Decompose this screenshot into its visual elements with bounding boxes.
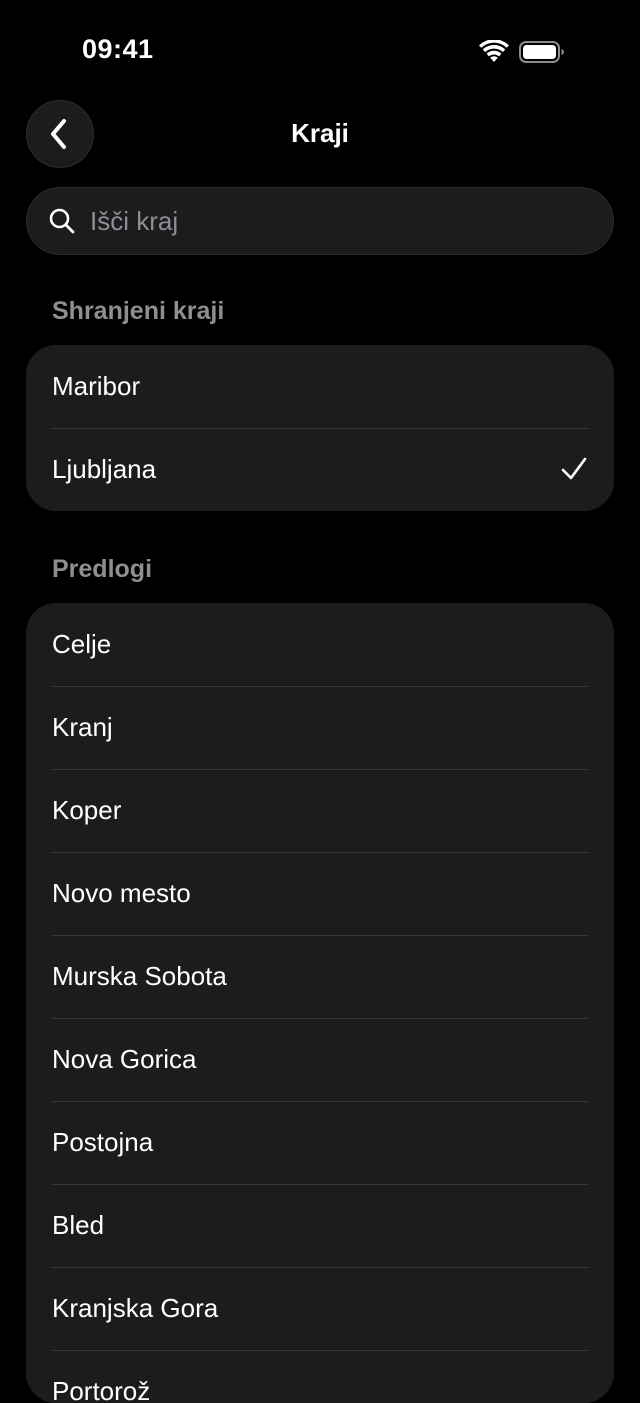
suggestion-label: Koper — [52, 795, 122, 825]
search-field[interactable] — [26, 187, 614, 255]
saved-places-header: Shranjeni kraji — [52, 297, 225, 325]
search-icon — [49, 208, 75, 234]
status-time: 09:41 — [82, 34, 154, 64]
suggestion-label: Kranjska Gora — [52, 1293, 219, 1323]
battery-icon — [519, 41, 564, 63]
suggestion-label: Celje — [52, 629, 112, 659]
suggestion-row[interactable]: Kranjska Gora — [26, 1267, 614, 1350]
suggestion-row[interactable]: Portorož — [26, 1350, 614, 1403]
page-title: Kraji — [291, 118, 349, 148]
suggestion-row[interactable]: Nova Gorica — [26, 1018, 614, 1101]
saved-place-label: Ljubljana — [52, 454, 157, 484]
suggestion-label: Murska Sobota — [52, 961, 227, 991]
suggestion-label: Portorož — [52, 1376, 151, 1403]
suggestion-row[interactable]: Celje — [26, 603, 614, 686]
checkmark-icon — [561, 457, 587, 480]
suggestion-label: Novo mesto — [52, 878, 191, 908]
suggestion-label: Postojna — [52, 1127, 154, 1157]
suggestion-row[interactable]: Murska Sobota — [26, 935, 614, 1018]
saved-place-label: Maribor — [52, 371, 141, 401]
saved-place-row[interactable]: Maribor — [26, 345, 614, 428]
navigation-bar: Kraji — [0, 98, 640, 170]
search-input[interactable] — [88, 204, 593, 238]
suggestion-row[interactable]: Kranj — [26, 686, 614, 769]
suggestion-label: Kranj — [52, 712, 113, 742]
saved-places-list: Maribor Ljubljana — [26, 345, 614, 511]
suggestion-row[interactable]: Novo mesto — [26, 852, 614, 935]
suggestion-row[interactable]: Bled — [26, 1184, 614, 1267]
suggestions-header: Predlogi — [52, 555, 153, 583]
suggestion-label: Nova Gorica — [52, 1044, 197, 1074]
suggestion-label: Bled — [52, 1210, 105, 1240]
suggestion-row[interactable]: Koper — [26, 769, 614, 852]
status-bar: 09:41 — [0, 0, 640, 100]
suggestion-row[interactable]: Postojna — [26, 1101, 614, 1184]
wifi-icon — [479, 40, 509, 62]
saved-place-row-selected[interactable]: Ljubljana — [26, 428, 614, 511]
suggestions-list: Celje Kranj Koper Novo mesto Murska Sobo… — [26, 603, 614, 1403]
